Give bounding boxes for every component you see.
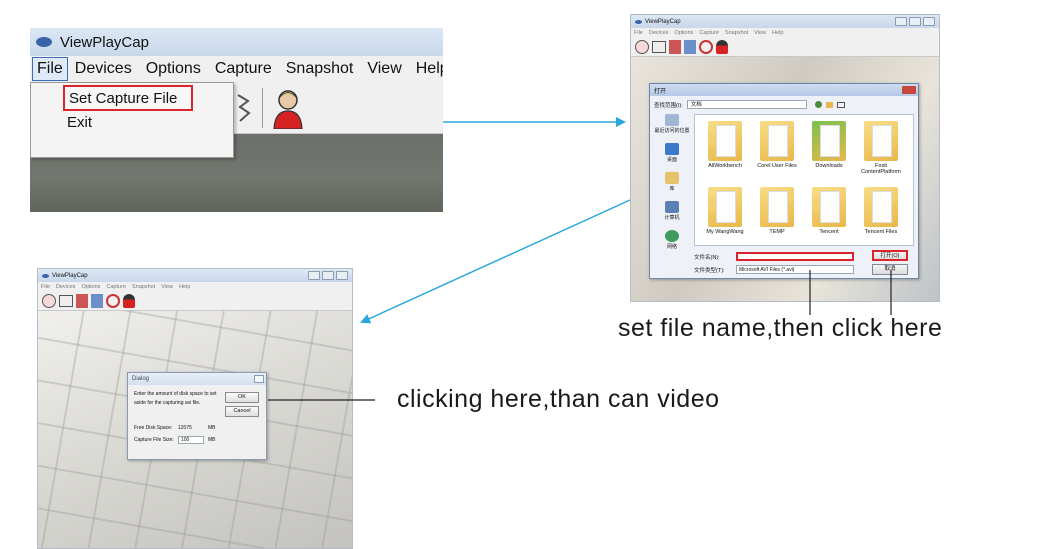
callout-click-ok: clicking here,than can video <box>397 385 720 413</box>
arrow-open-dialog-to-size-dialog <box>360 199 631 324</box>
annotation-arrows <box>268 117 892 401</box>
callout-set-file: set file name,then click here <box>618 314 943 342</box>
